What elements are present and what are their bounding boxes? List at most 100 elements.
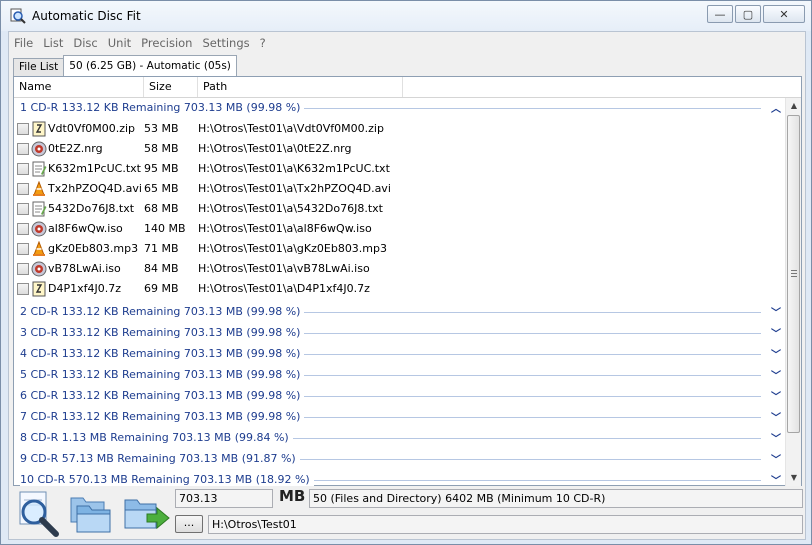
disc-group-5[interactable]: 5 CD-R 133.12 KB Remaining 703.13 MB (99… — [14, 365, 785, 386]
folder-path-field[interactable]: H:\Otros\Test01 — [208, 515, 803, 534]
disc-group-9[interactable]: 9 CD-R 57.13 MB Remaining 703.13 MB (91.… — [14, 449, 785, 470]
file-row[interactable]: K632m1PcUC.txt 95 MB H:\Otros\Test01\a\K… — [14, 159, 785, 179]
group-label: 5 CD-R 133.12 KB Remaining 703.13 MB (99… — [20, 368, 305, 381]
row-checkbox[interactable] — [17, 123, 29, 135]
disc-group-1[interactable]: 1 CD-R 133.12 KB Remaining 703.13 MB (99… — [14, 98, 785, 119]
folder-export-icon[interactable] — [121, 488, 171, 538]
vlc-cone-icon — [33, 241, 45, 256]
menu-list[interactable]: List — [38, 36, 68, 50]
file-row[interactable]: al8F6wQw.iso 140 MB H:\Otros\Test01\a\al… — [14, 219, 785, 239]
chevron-up-icon[interactable]: ︿ — [771, 100, 781, 115]
app-window: Automatic Disc Fit — ▢ ✕ File List Disc … — [0, 0, 812, 545]
group-label: 1 CD-R 133.12 KB Remaining 703.13 MB (99… — [20, 101, 305, 114]
row-checkbox[interactable] — [17, 163, 29, 175]
zip-icon — [32, 281, 46, 297]
menu-file[interactable]: File — [9, 36, 38, 50]
capacity-field[interactable]: 703.13 — [175, 489, 273, 508]
file-name: Vdt0Vf0M00.zip — [48, 122, 136, 135]
menu-help[interactable]: ? — [255, 36, 271, 50]
row-checkbox[interactable] — [17, 263, 29, 275]
tab-result[interactable]: 50 (6.25 GB) - Automatic (05s) — [63, 55, 237, 76]
column-name[interactable]: Name — [14, 77, 144, 97]
grip-icon — [791, 270, 797, 277]
chevron-down-icon[interactable]: ﹀ — [771, 451, 781, 466]
file-row[interactable]: 0tE2Z.nrg 58 MB H:\Otros\Test01\a\0tE2Z.… — [14, 139, 785, 159]
app-search-icon — [10, 8, 26, 24]
chevron-down-icon[interactable]: ﹀ — [771, 409, 781, 424]
file-path: H:\Otros\Test01\a\Vdt0Vf0M00.zip — [198, 122, 384, 135]
tab-file-list[interactable]: File List — [13, 58, 65, 76]
file-row[interactable]: vB78LwAi.iso 84 MB H:\Otros\Test01\a\vB7… — [14, 259, 785, 279]
row-checkbox[interactable] — [17, 203, 29, 215]
scroll-up-arrow-icon[interactable]: ▲ — [786, 98, 802, 114]
disc-group-2[interactable]: 2 CD-R 133.12 KB Remaining 703.13 MB (99… — [14, 302, 785, 323]
bottom-toolbar: 703.13 MB 50 (Files and Directory) 6402 … — [9, 487, 805, 539]
chevron-down-icon[interactable]: ﹀ — [771, 472, 781, 486]
file-row[interactable]: gKz0Eb803.mp3 71 MB H:\Otros\Test01\a\gK… — [14, 239, 785, 259]
chevron-down-icon[interactable]: ﹀ — [771, 304, 781, 319]
column-path[interactable]: Path — [198, 77, 403, 97]
file-row[interactable]: 5432Do76J8.txt 68 MB H:\Otros\Test01\a\5… — [14, 199, 785, 219]
search-files-icon[interactable] — [14, 488, 64, 538]
file-row[interactable]: D4P1xf4J0.7z 69 MB H:\Otros\Test01\a\D4P… — [14, 279, 785, 299]
group-label: 4 CD-R 133.12 KB Remaining 703.13 MB (99… — [20, 347, 305, 360]
group-label: 7 CD-R 133.12 KB Remaining 703.13 MB (99… — [20, 410, 305, 423]
summary-field: 50 (Files and Directory) 6402 MB (Minimu… — [309, 489, 803, 508]
menu-unit[interactable]: Unit — [103, 36, 136, 50]
disc-group-10[interactable]: 10 CD-R 570.13 MB Remaining 703.13 MB (1… — [14, 470, 785, 486]
group-label: 6 CD-R 133.12 KB Remaining 703.13 MB (99… — [20, 389, 305, 402]
file-size: 58 MB — [144, 142, 179, 155]
menu-bar: File List Disc Unit Precision Settings ? — [9, 32, 805, 53]
group-label: 10 CD-R 570.13 MB Remaining 703.13 MB (1… — [20, 473, 314, 486]
scroll-down-arrow-icon[interactable]: ▼ — [786, 470, 802, 486]
minimize-button[interactable]: — — [707, 5, 733, 23]
file-name: 0tE2Z.nrg — [48, 142, 103, 155]
file-path: H:\Otros\Test01\a\gKz0Eb803.mp3 — [198, 242, 388, 255]
folders-icon[interactable] — [67, 488, 117, 538]
browse-button[interactable]: ... — [175, 515, 203, 533]
group-label: 9 CD-R 57.13 MB Remaining 703.13 MB (91.… — [20, 452, 300, 465]
menu-precision[interactable]: Precision — [136, 36, 197, 50]
row-checkbox[interactable] — [17, 183, 29, 195]
chevron-down-icon[interactable]: ﹀ — [771, 346, 781, 361]
file-path: H:\Otros\Test01\a\al8F6wQw.iso — [198, 222, 372, 235]
chevron-down-icon[interactable]: ﹀ — [771, 430, 781, 445]
vertical-scrollbar[interactable]: ▲ ▼ — [785, 98, 801, 486]
disc-group-4[interactable]: 4 CD-R 133.12 KB Remaining 703.13 MB (99… — [14, 344, 785, 365]
row-checkbox[interactable] — [17, 243, 29, 255]
disc-group-7[interactable]: 7 CD-R 133.12 KB Remaining 703.13 MB (99… — [14, 407, 785, 428]
disc-image-icon — [31, 261, 47, 277]
group-label: 8 CD-R 1.13 MB Remaining 703.13 MB (99.8… — [20, 431, 293, 444]
disc-group-8[interactable]: 8 CD-R 1.13 MB Remaining 703.13 MB (99.8… — [14, 428, 785, 449]
vlc-cone-icon — [33, 181, 45, 196]
row-checkbox[interactable] — [17, 143, 29, 155]
file-name: D4P1xf4J0.7z — [48, 282, 121, 295]
disc-group-3[interactable]: 3 CD-R 133.12 KB Remaining 703.13 MB (99… — [14, 323, 785, 344]
file-row[interactable]: Vdt0Vf0M00.zip 53 MB H:\Otros\Test01\a\V… — [14, 119, 785, 139]
disc-group-list: 1 CD-R 133.12 KB Remaining 703.13 MB (99… — [14, 98, 785, 486]
unit-label[interactable]: MB — [279, 487, 305, 505]
chevron-down-icon[interactable]: ﹀ — [771, 325, 781, 340]
row-checkbox[interactable] — [17, 283, 29, 295]
disc-group-6[interactable]: 6 CD-R 133.12 KB Remaining 703.13 MB (99… — [14, 386, 785, 407]
menu-disc[interactable]: Disc — [68, 36, 102, 50]
menu-settings[interactable]: Settings — [197, 36, 254, 50]
file-path: H:\Otros\Test01\a\Tx2hPZOQ4D.avi — [198, 182, 391, 195]
file-path: H:\Otros\Test01\a\D4P1xf4J0.7z — [198, 282, 370, 295]
file-size: 140 MB — [144, 222, 186, 235]
row-checkbox[interactable] — [17, 223, 29, 235]
column-size[interactable]: Size — [144, 77, 198, 97]
chevron-down-icon[interactable]: ﹀ — [771, 388, 781, 403]
maximize-button[interactable]: ▢ — [735, 5, 761, 23]
text-file-icon — [32, 201, 47, 217]
close-button[interactable]: ✕ — [763, 5, 805, 23]
scrollbar-thumb[interactable] — [787, 115, 800, 433]
client-area: File List Disc Unit Precision Settings ?… — [8, 31, 806, 540]
file-name: al8F6wQw.iso — [48, 222, 123, 235]
file-row[interactable]: Tx2hPZOQ4D.avi 65 MB H:\Otros\Test01\a\T… — [14, 179, 785, 199]
file-name: 5432Do76J8.txt — [48, 202, 135, 215]
text-file-icon — [32, 161, 47, 177]
chevron-down-icon[interactable]: ﹀ — [771, 367, 781, 382]
file-size: 68 MB — [144, 202, 179, 215]
file-path: H:\Otros\Test01\a\K632m1PcUC.txt — [198, 162, 390, 175]
